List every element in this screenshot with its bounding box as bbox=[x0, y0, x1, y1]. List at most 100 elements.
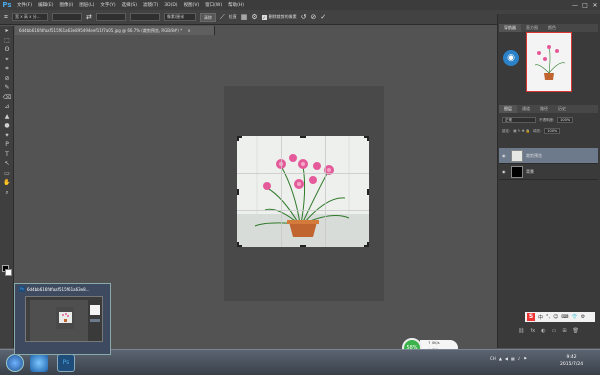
reset-icon[interactable]: ↺ bbox=[301, 13, 307, 21]
clock[interactable]: 9:42 2015/7/24 bbox=[560, 354, 583, 368]
crop-preview-photo[interactable] bbox=[237, 136, 369, 247]
grid-overlay-icon[interactable]: ▦ bbox=[241, 13, 248, 21]
menu-type[interactable]: 文字(Y) bbox=[97, 2, 118, 8]
ime-keyboard-icon[interactable]: ⌨ bbox=[561, 314, 568, 320]
quick-select-tool-icon[interactable]: ⌖ bbox=[0, 55, 14, 65]
tab-navigator[interactable]: 导航器 bbox=[499, 24, 521, 32]
menu-file[interactable]: 文件(F) bbox=[14, 2, 35, 8]
close-tab-icon[interactable]: × bbox=[187, 28, 190, 33]
layer-row-crop-preview[interactable]: ◉ 裁剪预览 bbox=[499, 148, 598, 164]
dodge-tool-icon[interactable]: ● bbox=[0, 121, 14, 131]
blur-tool-icon[interactable]: ▲ bbox=[0, 112, 14, 122]
crop-tool-icon[interactable]: ⌗ bbox=[0, 64, 14, 74]
width-input[interactable] bbox=[51, 13, 82, 21]
straighten-label[interactable]: 拉直 bbox=[229, 14, 237, 20]
cancel-icon[interactable]: ⊘ bbox=[311, 13, 317, 21]
crop-handle-top[interactable] bbox=[300, 136, 306, 141]
eraser-tool-icon[interactable]: ⌫ bbox=[0, 93, 14, 103]
ime-settings-icon[interactable]: ⚙ bbox=[581, 314, 585, 320]
tab-color[interactable]: 颜色 bbox=[543, 24, 561, 32]
ime-skin-icon[interactable]: 👕 bbox=[572, 314, 578, 320]
close-button[interactable]: ✕ bbox=[590, 2, 600, 9]
lock-icons[interactable]: ▦ ✎ ✥ 🔒 bbox=[513, 129, 530, 133]
opacity-input[interactable]: 100% bbox=[557, 117, 574, 123]
crop-handle-top-right[interactable] bbox=[364, 136, 369, 141]
eyedropper-tool-icon[interactable]: ⊘ bbox=[0, 74, 14, 84]
tray-expand-icon[interactable]: ▲ bbox=[499, 356, 502, 361]
taskbar-thumbnail-preview[interactable]: Ps 6d4bb616fdfaaf515f61a63e8... bbox=[14, 283, 111, 355]
shape-tool-icon[interactable]: ▭ bbox=[0, 169, 14, 179]
link-layers-icon[interactable]: ⛓ bbox=[518, 328, 524, 336]
background-color-swatch[interactable] bbox=[5, 269, 12, 276]
gradient-tool-icon[interactable]: ⊿ bbox=[0, 102, 14, 112]
network-icon[interactable]: ▦ bbox=[511, 356, 515, 361]
ime-emoji-icon[interactable]: ☺ bbox=[553, 314, 558, 320]
spot-heal-tool-icon[interactable]: ✦ bbox=[0, 131, 14, 141]
crop-tool-icon[interactable]: ⌗ bbox=[4, 13, 8, 22]
wifi-icon[interactable]: ◉ bbox=[503, 50, 519, 66]
crop-handle-bottom-right[interactable] bbox=[364, 242, 369, 247]
ratio-select[interactable]: 宽 x 高 x 分... bbox=[11, 13, 48, 21]
straighten-icon[interactable]: ⟋ bbox=[220, 13, 225, 22]
ime-punctuation-toggle[interactable]: °, bbox=[546, 314, 550, 320]
minimize-button[interactable]: — bbox=[570, 2, 580, 9]
start-button[interactable] bbox=[6, 354, 24, 372]
layer-style-icon[interactable]: fx bbox=[530, 328, 535, 336]
type-tool-icon[interactable]: T bbox=[0, 150, 14, 160]
brush-tool-icon[interactable]: ✎ bbox=[0, 83, 14, 93]
path-select-tool-icon[interactable]: ↖ bbox=[0, 159, 14, 169]
document-tab[interactable]: 6d4bb616fdfaaf515f61a63e895494eef11f7a05… bbox=[15, 26, 215, 35]
pen-tool-icon[interactable]: P bbox=[0, 140, 14, 150]
menu-edit[interactable]: 编辑(E) bbox=[35, 2, 56, 8]
swap-icon[interactable]: ⇄ bbox=[86, 13, 92, 21]
volume-icon[interactable]: ♪ bbox=[518, 356, 521, 361]
visibility-eye-icon[interactable]: ◉ bbox=[502, 169, 508, 174]
photoshop-taskbar-icon[interactable]: Ps bbox=[57, 354, 75, 372]
ime-chinese-toggle[interactable]: 中 bbox=[538, 314, 543, 321]
menu-layer[interactable]: 图层(L) bbox=[76, 2, 97, 8]
menu-view[interactable]: 视图(V) bbox=[181, 2, 203, 8]
layer-mask-icon[interactable]: ▭ bbox=[552, 328, 557, 336]
lasso-tool-icon[interactable]: ʘ bbox=[0, 45, 14, 55]
hand-tool-icon[interactable]: ✋ bbox=[0, 178, 14, 188]
clear-button[interactable]: 清除 bbox=[199, 12, 216, 22]
crop-handle-top-left[interactable] bbox=[237, 136, 242, 141]
tab-history[interactable]: 历史 bbox=[553, 105, 571, 113]
settings-icon[interactable]: ⚙ bbox=[251, 13, 257, 21]
crop-handle-right[interactable] bbox=[364, 189, 369, 195]
tab-layers[interactable]: 图层 bbox=[499, 105, 517, 113]
menu-3d[interactable]: 3D(D) bbox=[161, 3, 180, 8]
delete-cropped-checkbox[interactable]: ✓ 删除裁剪的像素 bbox=[261, 14, 297, 20]
commit-icon[interactable]: ✓ bbox=[320, 13, 326, 21]
height-input[interactable] bbox=[95, 13, 126, 21]
units-select[interactable]: 像素/厘米 bbox=[163, 13, 196, 21]
visibility-eye-icon[interactable]: ◉ bbox=[502, 153, 508, 158]
fill-input[interactable]: 100% bbox=[544, 128, 561, 134]
navigator-preview[interactable] bbox=[526, 32, 572, 92]
adjustment-layer-icon[interactable]: ◐ bbox=[541, 328, 545, 336]
input-method-bar[interactable]: S 中 °, ☺ ⌨ 👕 ⚙ bbox=[525, 312, 595, 322]
crop-handle-bottom-left[interactable] bbox=[237, 242, 242, 247]
zoom-tool-icon[interactable]: ⌕ bbox=[0, 188, 14, 198]
language-indicator[interactable]: CH bbox=[490, 356, 496, 361]
menu-help[interactable]: 帮助(H) bbox=[225, 2, 247, 8]
menu-select[interactable]: 选择(S) bbox=[119, 2, 140, 8]
sogou-logo-icon[interactable]: S bbox=[527, 313, 535, 321]
marquee-tool-icon[interactable]: ⬚ bbox=[0, 36, 14, 46]
tab-channels[interactable]: 通道 bbox=[517, 105, 535, 113]
crop-handle-left[interactable] bbox=[237, 189, 242, 195]
move-tool-icon[interactable]: ▸ bbox=[0, 26, 14, 36]
ie-browser-icon[interactable] bbox=[30, 354, 48, 372]
tab-paths[interactable]: 路径 bbox=[535, 105, 553, 113]
maximize-button[interactable]: □ bbox=[580, 2, 590, 9]
resolution-input[interactable] bbox=[129, 13, 160, 21]
tab-histogram[interactable]: 直方图 bbox=[521, 24, 543, 32]
delete-layer-icon[interactable]: 🗑 bbox=[573, 328, 579, 336]
layer-row-background[interactable]: ◉ 背景 bbox=[499, 164, 598, 180]
menu-window[interactable]: 窗口(W) bbox=[202, 2, 225, 8]
menu-image[interactable]: 图像(I) bbox=[56, 2, 76, 8]
blend-mode-select[interactable]: 正常 bbox=[502, 117, 536, 123]
menu-filter[interactable]: 滤镜(T) bbox=[140, 2, 161, 8]
crop-handle-bottom[interactable] bbox=[300, 242, 306, 247]
action-center-icon[interactable]: ⚑ bbox=[523, 356, 527, 361]
